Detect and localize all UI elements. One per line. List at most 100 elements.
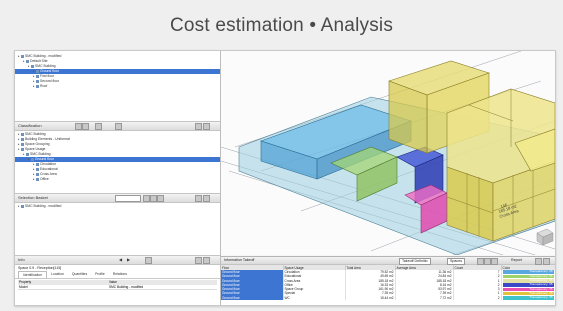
folder-icon [36, 172, 39, 176]
info-tab[interactable]: Location [47, 271, 68, 278]
folder-icon [36, 84, 39, 88]
folder-icon [36, 162, 39, 166]
takeoff-cell-avg: 7.72 m2 [395, 295, 454, 301]
takeoff-cell-usage: WC [283, 295, 346, 301]
folder-icon [21, 204, 24, 208]
collapse-icon[interactable] [75, 123, 82, 130]
tree-row-label: SMC Building - modified [25, 204, 62, 208]
tree-row-label: Educational [40, 167, 58, 171]
app-window: ▸ SMC Building - modified ▸ Default Site ▸ SM… [14, 50, 556, 306]
tree-row-label: Second floor [40, 79, 60, 83]
classification-title: Classification [18, 123, 42, 128]
maximize-icon[interactable] [543, 258, 550, 265]
folder-icon [21, 147, 24, 151]
folder-icon [31, 157, 34, 161]
building-model[interactable]: 146 185.18 m2 Cross Area [221, 51, 555, 255]
folder-icon [36, 74, 39, 78]
takeoff-row[interactable]: Ground floor WC 15.44 m2 7.72 m2 2 Transparen… [221, 295, 555, 301]
tree-row-label: Ground floor [40, 69, 59, 73]
tree-row-label: SMC Building - modified [25, 54, 62, 58]
folder-icon [21, 137, 24, 141]
folder-icon [36, 167, 39, 171]
3d-viewport[interactable]: 146 185.18 m2 Cross Area [221, 51, 555, 255]
clear-icon[interactable] [157, 195, 164, 202]
remove-icon[interactable] [150, 195, 157, 202]
model-tree-panel: ▸ SMC Building - modified ▸ Default Site ▸ SM… [15, 51, 220, 122]
selection-basket-header: Selection Basket [15, 194, 220, 203]
tree-row-label: Building Elements - Uniformat [25, 137, 70, 141]
tree-row-label: First floor [40, 74, 55, 78]
minimize-icon[interactable] [195, 195, 202, 202]
takeoff-definition-dropdown[interactable]: Takeoff Definitio [399, 258, 431, 265]
folder-icon [36, 69, 39, 73]
tree-row[interactable]: ▸ Office [15, 177, 220, 182]
tree-row-label: SMC Building [35, 64, 56, 68]
nav-forward-icon[interactable]: ▶ [127, 256, 130, 264]
basket-dropdown[interactable] [115, 195, 141, 202]
selection-basket-panel: Selection Basket ▸ SMC Building - modifie… [15, 194, 220, 256]
info-tab[interactable]: Quantities [68, 271, 91, 278]
refresh-icon[interactable] [477, 258, 484, 265]
minimize-icon[interactable] [535, 258, 542, 265]
tree-row[interactable]: ▸ SMC Building - modified [15, 204, 220, 209]
folder-icon [31, 64, 34, 68]
info-prop-row: Model SMC Building - modified [18, 284, 217, 290]
tree-row-label: Space Usage [25, 147, 46, 151]
takeoff-cell-count: 2 [453, 295, 502, 301]
info-panel: Info ◀ ▶ Space 0.9 - Reception[115] Iden… [15, 256, 220, 305]
info-header: Info ◀ ▶ [15, 256, 220, 265]
folder-icon [36, 177, 39, 181]
folder-icon [21, 142, 24, 146]
info-title: Info [18, 257, 25, 262]
minimize-icon[interactable] [195, 123, 202, 130]
info-tab[interactable]: Identification [18, 271, 48, 278]
report-button[interactable]: Report [511, 257, 522, 264]
tree-row[interactable]: ▸ Roof [15, 84, 220, 89]
takeoff-title: Information Takeoff [224, 258, 255, 262]
takeoff-table: Floor Space Usage Total Area Average Are… [221, 265, 555, 301]
folder-icon [36, 79, 39, 83]
expand-icon[interactable] [82, 123, 89, 130]
nav-back-icon[interactable]: ◀ [119, 256, 122, 264]
export-icon[interactable] [484, 258, 491, 265]
takeoff-cell-total: 15.44 m2 [345, 295, 396, 301]
classification-tree: ▸ SMC Building ▸ Building Elements - Unifor… [15, 131, 220, 182]
info-tab[interactable]: Relations [109, 271, 131, 278]
tree-row-label: SMC Building [25, 132, 46, 136]
tree-row-label: Cross Area [40, 172, 57, 176]
minimize-icon[interactable] [195, 257, 202, 264]
maximize-icon[interactable] [203, 123, 210, 130]
settings-icon[interactable] [115, 123, 122, 130]
tree-row-label: Default Site [30, 59, 48, 63]
tree-row-label: SMC Building [30, 152, 51, 156]
folder-icon [21, 132, 24, 136]
information-takeoff-panel: Information Takeoff Takeoff Definitio Sp… [221, 256, 555, 305]
view-cube-icon[interactable] [536, 228, 554, 246]
takeoff-cell-floor: Ground floor [221, 295, 284, 301]
info-tool-icon[interactable] [145, 257, 152, 264]
prop-value: SMC Building - modified [109, 284, 144, 289]
add-icon[interactable] [143, 195, 150, 202]
maximize-icon[interactable] [203, 257, 210, 264]
tree-row-label: Space Grouping [25, 142, 50, 146]
tree-row-label: Roof [40, 84, 48, 88]
tree-row-label: Circulation [40, 162, 57, 166]
takeoff-table-body: Ground floor Circulation 79.52 m2 11.36 m2 7… [221, 270, 555, 301]
takeoff-header: Information Takeoff Takeoff Definitio Sp… [221, 257, 555, 265]
spaces-dropdown[interactable]: Spaces [447, 258, 465, 265]
filter-icon[interactable] [95, 123, 102, 130]
filter-icon[interactable] [491, 258, 498, 265]
maximize-icon[interactable] [203, 195, 210, 202]
folder-icon [21, 54, 24, 58]
tree-row-label: Ground floor [35, 157, 54, 161]
color-swatch[interactable]: Transparency: 35 [502, 296, 554, 300]
info-tab[interactable]: Profile [91, 271, 109, 278]
slide-title: Cost estimation • Analysis [169, 15, 394, 36]
classification-header: Classification [15, 122, 220, 131]
takeoff-cell-color[interactable]: Transparency: 35 [501, 295, 555, 301]
info-tabs: Identification Location Quantities Profile R… [15, 271, 220, 279]
selection-basket-list: ▸ SMC Building - modified [15, 203, 220, 209]
selection-basket-title: Selection Basket [18, 195, 48, 200]
model-tree: ▸ SMC Building - modified ▸ Default Site ▸ SM… [15, 51, 220, 89]
folder-icon [26, 59, 29, 63]
